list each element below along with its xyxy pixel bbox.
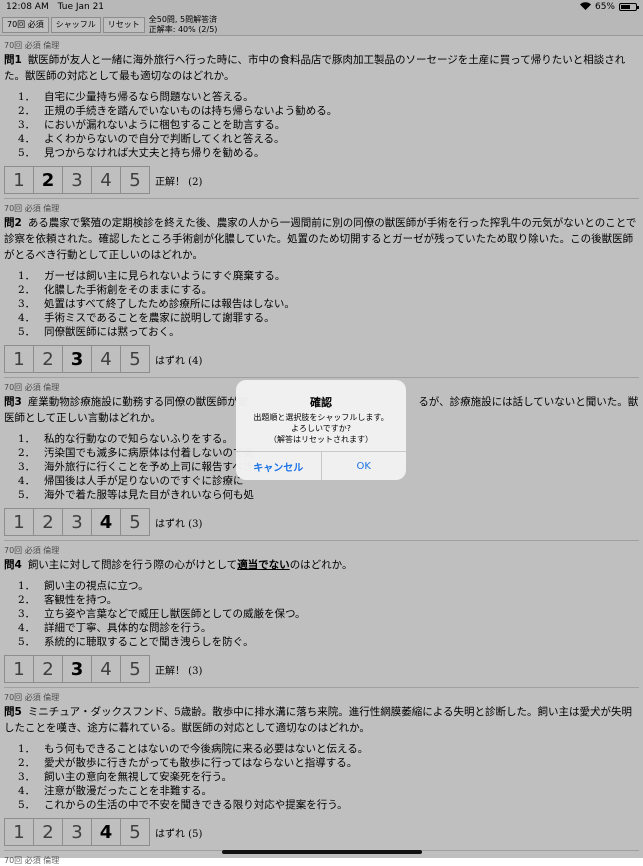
confirm-dialog: 確認 出題順と選択肢をシャッフルします。 よろしいですか? （解答はリセットされ… (236, 380, 406, 480)
ok-button[interactable]: OK (322, 452, 407, 480)
dialog-buttons: キャンセル OK (236, 451, 406, 480)
dialog-message: 出題順と選択肢をシャッフルします。 よろしいですか? （解答はリセットされます） (253, 413, 389, 444)
dialog-title: 確認 (310, 396, 332, 409)
cancel-button[interactable]: キャンセル (236, 452, 322, 480)
home-indicator[interactable] (222, 850, 422, 854)
